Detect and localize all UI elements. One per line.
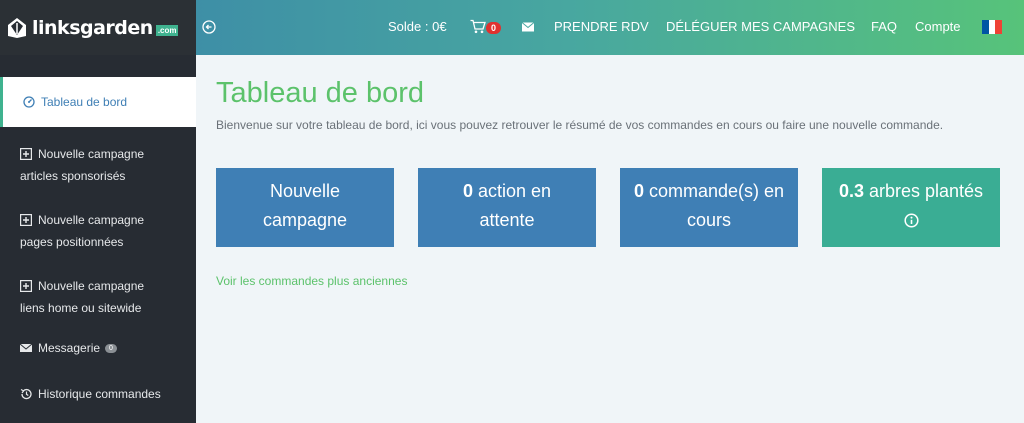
sidebar-item-label: Nouvelle campagne [38,147,145,161]
card-line1: arbres plantés [863,181,984,201]
sidebar-item-order-history[interactable]: Historique commandes [0,371,196,417]
sidebar-nav: Tableau de bord Nouvelle campagne articl… [0,77,196,417]
plus-square-icon [20,148,32,160]
older-orders-link[interactable]: Voir les commandes plus anciennes [216,274,407,288]
sidebar-item-label: Nouvelle campagne [38,279,145,293]
sidebar-item-label: Nouvelle campagne [38,213,145,227]
history-icon [20,388,32,400]
brand-name: linksgarden [32,16,153,39]
language-flag-fr[interactable] [982,20,1003,34]
logo-leaf-icon [8,17,26,38]
sidebar-item-label: Historique commandes [38,387,161,401]
cart-count-badge: 0 [486,22,502,34]
card-line1: commande(s) en [643,181,785,201]
envelope-icon[interactable] [522,22,534,32]
cart-icon[interactable] [470,19,486,34]
sidebar-item-sublabel: liens home ou sitewide [20,301,142,315]
delegate-campaigns-link[interactable]: DÉLÉGUER MES CAMPAGNES [666,19,855,34]
brand-logo[interactable]: linksgarden .com [0,0,196,55]
dashboard-icon [23,96,35,108]
pending-actions-card[interactable]: 0 action en attente [418,168,596,247]
messages-count-badge: 0 [105,343,117,353]
faq-link[interactable]: FAQ [871,19,897,34]
card-line1: Nouvelle [269,181,341,201]
main-content: Tableau de bord Bienvenue sur votre tabl… [196,55,1024,423]
page-title: Tableau de bord [216,77,424,109]
sidebar-item-label: Messagerie [38,341,101,355]
flag-stripe-red [995,20,1003,34]
sidebar-item-new-sponsored-campaign[interactable]: Nouvelle campagne articles sponsorisés [0,127,196,193]
flag-stripe-white [988,20,996,34]
card-line1: action en [472,181,552,201]
plus-square-icon [20,214,32,226]
book-appointment-link[interactable]: PRENDRE RDV [554,19,649,34]
plus-square-icon [20,280,32,292]
top-header: Solde : 0€ 0 PRENDRE RDV DÉLÉGUER MES CA… [196,0,1024,55]
collapse-sidebar-icon[interactable] [202,20,216,34]
balance-display: Solde : 0€ [388,19,447,34]
info-icon[interactable] [903,213,919,228]
sidebar: linksgarden .com Tableau de bord Nouvell… [0,0,196,423]
sidebar-item-label: Tableau de bord [41,95,128,109]
card-value: 0.3 [838,181,864,201]
orders-in-progress-card[interactable]: 0 commande(s) en cours [620,168,798,247]
card-value: 0 [462,181,473,201]
new-campaign-card[interactable]: Nouvelle campagne [216,168,394,247]
card-line2: attente [479,210,535,230]
sidebar-item-new-home-links-campaign[interactable]: Nouvelle campagne liens home ou sitewide [0,259,196,325]
card-line2: campagne [262,210,348,230]
envelope-icon [20,343,32,352]
card-value: 0 [633,181,644,201]
sidebar-item-dashboard[interactable]: Tableau de bord [0,77,196,127]
brand-tld-badge: .com [155,24,179,36]
sidebar-item-sublabel: articles sponsorisés [20,169,126,183]
sidebar-item-messages[interactable]: Messagerie 0 [0,325,196,371]
account-menu[interactable]: Compte [915,19,961,34]
sidebar-item-new-positioned-campaign[interactable]: Nouvelle campagne pages positionnées [0,193,196,259]
flag-stripe-blue [982,20,989,34]
trees-planted-card[interactable]: 0.3 arbres plantés [822,168,1000,247]
card-line2: cours [686,210,731,230]
page-description: Bienvenue sur votre tableau de bord, ici… [216,118,944,132]
sidebar-item-sublabel: pages positionnées [20,235,124,249]
